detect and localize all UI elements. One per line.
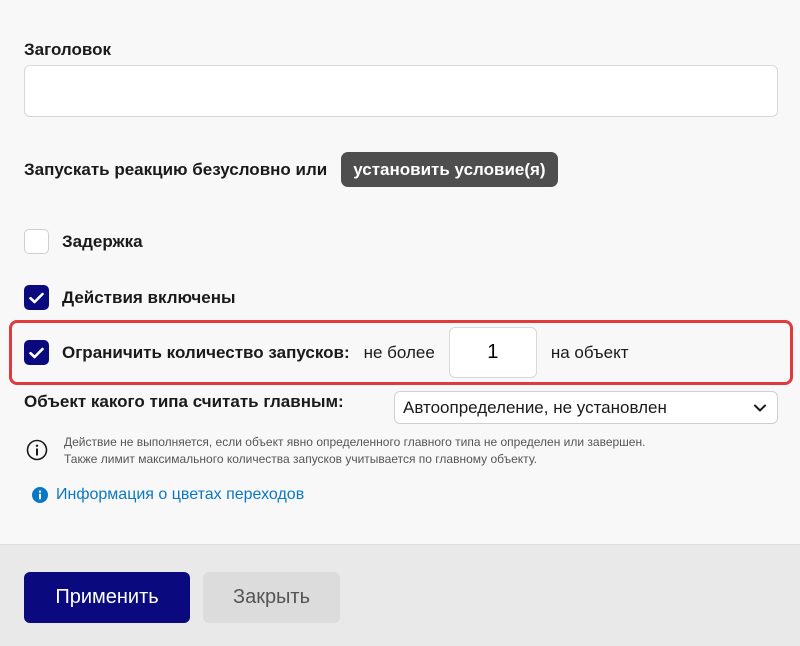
apply-button[interactable]: Применить <box>24 572 190 623</box>
actions-enabled-checkbox[interactable] <box>24 285 49 310</box>
title-label: Заголовок <box>24 40 112 59</box>
set-condition-button[interactable]: установить условие(я) <box>341 152 558 187</box>
info-circle-icon <box>32 487 48 503</box>
actions-enabled-row: Действия включены <box>24 285 236 310</box>
delay-row: Задержка <box>24 229 143 254</box>
limit-checkbox[interactable] <box>24 340 49 365</box>
main-type-label: Объект какого типа считать главным: <box>24 392 344 411</box>
close-button[interactable]: Закрыть <box>203 572 340 623</box>
limit-prefix: не более <box>363 342 435 362</box>
limit-suffix: на объект <box>550 342 629 362</box>
delay-checkbox[interactable] <box>24 229 49 254</box>
limit-label: Ограничить количество запусков: <box>62 342 350 362</box>
condition-row: Запускать реакцию безусловно или установ… <box>24 152 558 187</box>
footer: Применить Закрыть <box>0 544 800 646</box>
title-input[interactable] <box>24 65 778 117</box>
condition-text: Запускать реакцию безусловно или <box>24 159 328 179</box>
info-note-line2: Также лимит максимального количества зап… <box>64 452 537 466</box>
main-type-row: Объект какого типа считать главным: <box>24 392 344 412</box>
main-type-value: Автоопределение, не установлен <box>403 397 667 417</box>
limit-count-input[interactable] <box>448 327 537 378</box>
main-type-select[interactable]: Автоопределение, не установлен <box>394 391 778 424</box>
reaction-form: Заголовок Запускать реакцию безусловно и… <box>0 0 800 544</box>
checkmark-icon <box>29 292 44 303</box>
actions-enabled-label: Действия включены <box>62 287 236 307</box>
limit-row: Ограничить количество запусков: не более… <box>24 327 629 378</box>
checkmark-icon <box>29 347 44 358</box>
info-icon <box>26 439 48 461</box>
info-note-line1: Действие не выполняется, если объект явн… <box>64 435 646 449</box>
transition-colors-link[interactable]: Информация о цветах переходов <box>32 486 304 504</box>
info-note: Действие не выполняется, если объект явн… <box>64 434 645 468</box>
delay-label: Задержка <box>62 231 143 251</box>
transition-colors-link-text: Информация о цветах переходов <box>56 486 305 503</box>
chevron-down-icon <box>754 404 766 412</box>
